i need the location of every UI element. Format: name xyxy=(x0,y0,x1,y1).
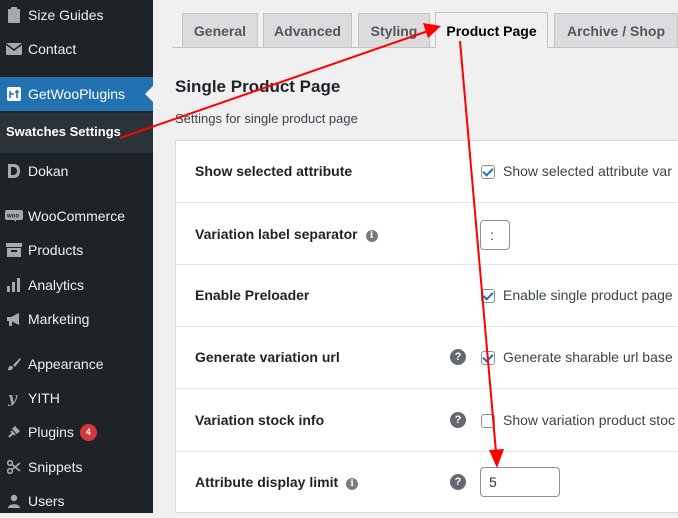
menu-item-contact[interactable]: Contact xyxy=(0,32,153,66)
setting-label: Generate variation url xyxy=(195,349,340,365)
submenu-item-swatches-settings[interactable]: Swatches Settings xyxy=(6,124,121,139)
settings-table: Show selected attribute Show selected at… xyxy=(175,140,678,513)
setting-row-variation-label-separator: Variation label separator i : xyxy=(176,203,678,265)
tab-advanced[interactable]: Advanced xyxy=(263,13,352,47)
menu-item-size-guides[interactable]: Size Guides xyxy=(0,0,153,32)
paintbrush-icon xyxy=(0,357,28,371)
menu-label: WooCommerce xyxy=(28,208,125,224)
plug-icon xyxy=(0,425,28,439)
tab-styling[interactable]: Styling xyxy=(358,13,430,47)
tab-general[interactable]: General xyxy=(182,13,258,47)
envelope-icon xyxy=(0,43,28,55)
separator-input[interactable]: : xyxy=(480,220,510,250)
menu-label: Marketing xyxy=(28,311,90,327)
menu-label: Appearance xyxy=(28,356,104,372)
menu-label: YITH xyxy=(28,390,60,406)
woocommerce-icon: woo xyxy=(0,210,28,222)
setting-label: Show selected attribute xyxy=(195,163,353,179)
help-icon[interactable]: ? xyxy=(450,412,466,428)
menu-label: Analytics xyxy=(28,277,85,293)
help-icon[interactable]: ? xyxy=(450,349,466,365)
menu-item-getwooplugins[interactable]: GetWooPlugins xyxy=(0,77,153,111)
menu-item-dokan[interactable]: Dokan xyxy=(0,154,153,188)
checkbox-label: Show selected attribute var xyxy=(503,163,672,179)
attribute-display-limit-input[interactable]: 5 xyxy=(480,467,560,497)
update-count-badge: 4 xyxy=(79,423,97,441)
setting-row-attribute-display-limit: Attribute display limit i ? 5 xyxy=(176,452,678,514)
generate-variation-url-checkbox[interactable] xyxy=(481,351,495,365)
enable-preloader-checkbox[interactable] xyxy=(481,289,495,303)
setting-row-show-selected-attribute: Show selected attribute Show selected at… xyxy=(176,141,678,203)
menu-label: Users xyxy=(28,493,65,509)
menu-label: Contact xyxy=(28,41,77,57)
setting-label: Enable Preloader xyxy=(195,287,310,303)
checkbox-label: Generate sharable url base xyxy=(503,349,673,365)
menu-label: Dokan xyxy=(28,163,69,179)
info-icon[interactable]: i xyxy=(346,478,359,490)
tab-archive-shop[interactable]: Archive / Shop xyxy=(554,13,678,47)
user-icon xyxy=(0,494,28,508)
setting-label-text: Attribute display limit xyxy=(195,474,339,490)
tab-bar-divider xyxy=(172,47,678,48)
menu-item-plugins[interactable]: Plugins 4 xyxy=(0,415,153,449)
tab-product-page[interactable]: Product Page xyxy=(435,12,548,48)
clipboard-icon xyxy=(0,7,28,23)
setting-label: Variation stock info xyxy=(195,412,325,428)
menu-label: GetWooPlugins xyxy=(28,86,126,102)
yith-icon: y xyxy=(0,390,28,406)
svg-text:y: y xyxy=(7,390,18,406)
dokan-icon xyxy=(0,163,28,179)
setting-label: Variation label separator i xyxy=(195,226,378,242)
menu-item-analytics[interactable]: Analytics xyxy=(0,268,153,302)
menu-label: Size Guides xyxy=(28,7,104,23)
checkbox-label: Enable single product page xyxy=(503,287,673,303)
menu-label: Snippets xyxy=(28,459,83,475)
setting-label-text: Variation label separator xyxy=(195,226,358,242)
menu-item-products[interactable]: Products xyxy=(0,233,153,267)
setting-row-variation-stock-info: Variation stock info ? Show variation pr… xyxy=(176,389,678,452)
help-icon[interactable]: ? xyxy=(450,474,466,490)
setting-row-enable-preloader: Enable Preloader Enable single product p… xyxy=(176,265,678,327)
section-title: Single Product Page xyxy=(175,77,341,96)
archive-icon xyxy=(0,243,28,257)
getwooplugins-submenu: Swatches Settings xyxy=(0,113,153,153)
menu-item-yith[interactable]: y YITH xyxy=(0,381,153,415)
scissors-icon xyxy=(0,460,28,474)
show-selected-attribute-checkbox[interactable] xyxy=(481,165,495,179)
menu-item-marketing[interactable]: Marketing xyxy=(0,302,153,336)
admin-sidebar: Size Guides Contact GetWooPlugins Swatch… xyxy=(0,0,153,513)
menu-label: Products xyxy=(28,242,84,258)
info-icon[interactable]: i xyxy=(365,230,378,242)
menu-label: Plugins xyxy=(28,424,74,440)
menu-item-woocommerce[interactable]: woo WooCommerce xyxy=(0,199,153,233)
section-description: Settings for single product page xyxy=(175,111,358,126)
menu-item-appearance[interactable]: Appearance xyxy=(0,347,153,381)
bar-chart-icon xyxy=(0,278,28,292)
setting-label: Attribute display limit i xyxy=(195,474,359,490)
megaphone-icon xyxy=(0,312,28,326)
checkbox-label: Show variation product stoc xyxy=(503,412,675,428)
variation-stock-info-checkbox[interactable] xyxy=(481,414,495,428)
getwooplugins-icon xyxy=(0,87,28,101)
svg-text:woo: woo xyxy=(6,214,19,220)
setting-row-generate-variation-url: Generate variation url ? Generate sharab… xyxy=(176,327,678,389)
menu-item-snippets[interactable]: Snippets xyxy=(0,450,153,484)
